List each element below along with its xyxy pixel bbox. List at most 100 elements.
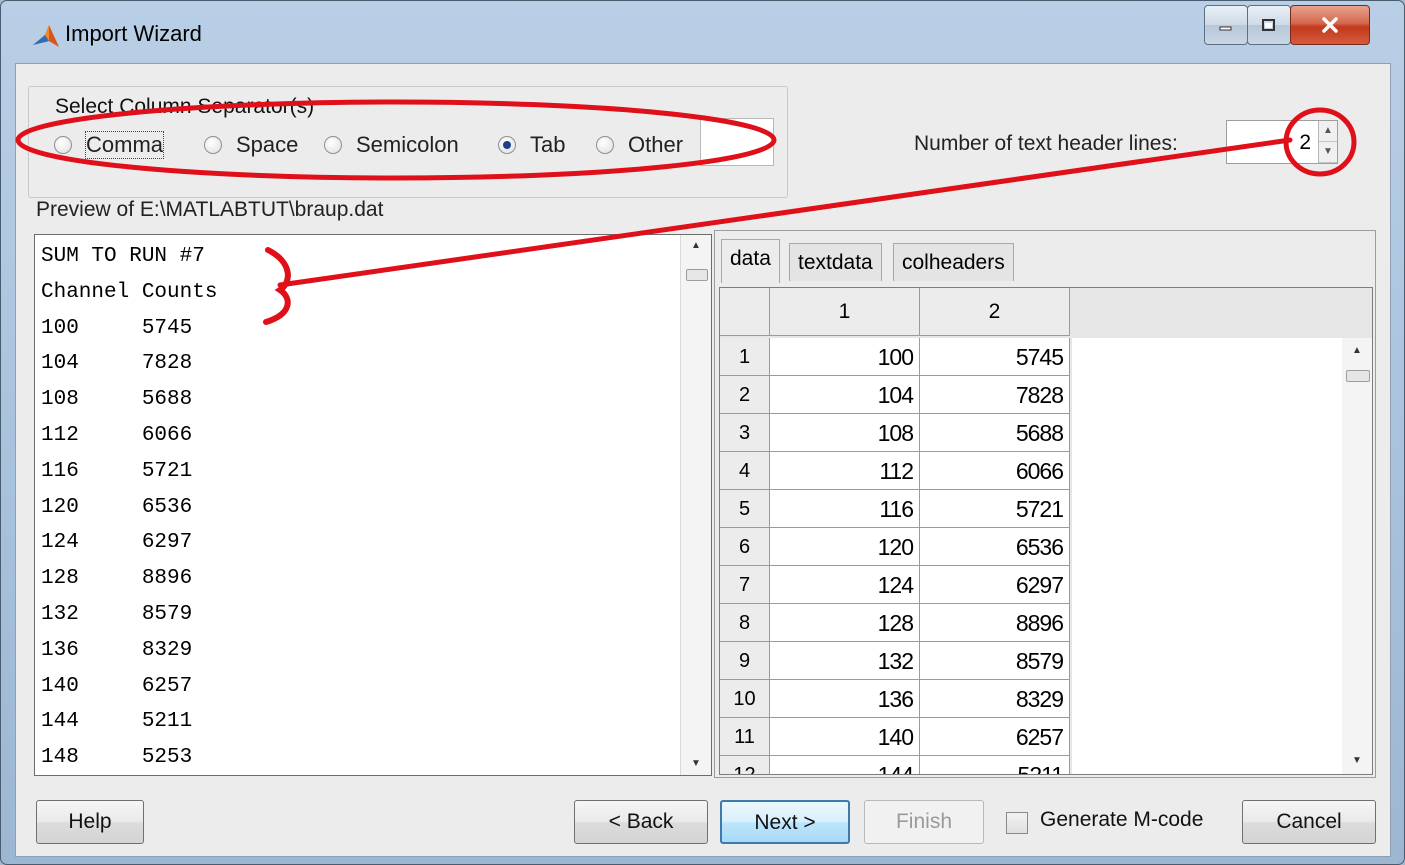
radio-space[interactable]: Space bbox=[204, 132, 298, 158]
grid-cell[interactable]: 8896 bbox=[920, 604, 1070, 642]
radio-circle[interactable] bbox=[324, 136, 342, 154]
preview-line: 132 8579 bbox=[41, 602, 193, 626]
data-grid[interactable]: 1 2 1 100 5745 2 104 7828 3 108 5688 4 1… bbox=[719, 287, 1373, 775]
grid-cell[interactable]: 6066 bbox=[920, 452, 1070, 490]
preview-line: 136 8329 bbox=[41, 638, 193, 662]
header-lines-spinner[interactable]: 2 ▲ ▼ bbox=[1226, 120, 1338, 164]
grid-cell[interactable]: 104 bbox=[770, 376, 920, 414]
radio-label: Semicolon bbox=[356, 132, 459, 157]
preview-line: 144 5211 bbox=[41, 710, 193, 734]
maximize-button[interactable] bbox=[1247, 5, 1291, 45]
row-header[interactable]: 12 bbox=[720, 756, 770, 774]
import-wizard-window: Import Wizard Select Column Separator(s)… bbox=[0, 0, 1405, 865]
maximize-icon bbox=[1262, 19, 1275, 31]
close-icon bbox=[1322, 17, 1338, 33]
close-button[interactable] bbox=[1290, 5, 1370, 45]
radio-label: Tab bbox=[530, 132, 566, 157]
row-header[interactable]: 2 bbox=[720, 376, 770, 414]
grid-cell[interactable]: 6257 bbox=[920, 718, 1070, 756]
scroll-thumb[interactable] bbox=[686, 269, 708, 281]
matlab-logo-icon bbox=[33, 25, 59, 47]
generate-mcode-checkbox[interactable] bbox=[1006, 812, 1028, 834]
grid-cell[interactable]: 136 bbox=[770, 680, 920, 718]
preview-line: 128 8896 bbox=[41, 567, 193, 591]
preview-line: 100 5745 bbox=[41, 316, 193, 340]
row-header[interactable]: 1 bbox=[720, 338, 770, 376]
grid-cell[interactable]: 8579 bbox=[920, 642, 1070, 680]
back-button[interactable]: < Back bbox=[574, 800, 708, 844]
title-bar[interactable]: Import Wizard bbox=[1, 1, 1404, 63]
wizard-body: Select Column Separator(s) Comma Space S… bbox=[15, 63, 1391, 857]
preview-line: Channel Counts bbox=[41, 280, 218, 304]
column-header[interactable]: 2 bbox=[920, 288, 1070, 336]
scroll-thumb[interactable] bbox=[1346, 370, 1370, 382]
scroll-down-icon[interactable]: ▼ bbox=[681, 753, 711, 775]
next-button[interactable]: Next > bbox=[720, 800, 850, 844]
cancel-button[interactable]: Cancel bbox=[1242, 800, 1376, 844]
spinner-buttons[interactable]: ▲ ▼ bbox=[1318, 121, 1337, 163]
grid-cell[interactable]: 5745 bbox=[920, 338, 1070, 376]
radio-tab[interactable]: Tab bbox=[498, 132, 565, 158]
grid-cell[interactable]: 116 bbox=[770, 490, 920, 528]
radio-circle[interactable] bbox=[54, 136, 72, 154]
grid-scrollbar[interactable]: ▲ ▼ bbox=[1342, 338, 1372, 774]
row-header[interactable]: 3 bbox=[720, 414, 770, 452]
radio-circle[interactable] bbox=[498, 136, 516, 154]
row-header[interactable]: 6 bbox=[720, 528, 770, 566]
tab-colheaders[interactable]: colheaders bbox=[893, 243, 1014, 281]
tab-textdata[interactable]: textdata bbox=[789, 243, 882, 281]
grid-cell[interactable]: 8329 bbox=[920, 680, 1070, 718]
radio-other[interactable]: Other bbox=[596, 132, 683, 158]
grid-cell[interactable]: 5721 bbox=[920, 490, 1070, 528]
preview-text: SUM TO RUN #7 Channel Counts 100 5745 10… bbox=[41, 245, 218, 775]
preview-line: SUM TO RUN #7 bbox=[41, 245, 205, 268]
row-header[interactable]: 7 bbox=[720, 566, 770, 604]
minimize-button[interactable] bbox=[1204, 5, 1248, 45]
spin-down-icon[interactable]: ▼ bbox=[1319, 142, 1337, 163]
grid-cell[interactable]: 120 bbox=[770, 528, 920, 566]
header-lines-value[interactable]: 2 bbox=[1299, 131, 1311, 155]
finish-button[interactable]: Finish bbox=[864, 800, 984, 844]
radio-circle[interactable] bbox=[204, 136, 222, 154]
row-header[interactable]: 8 bbox=[720, 604, 770, 642]
row-header[interactable]: 5 bbox=[720, 490, 770, 528]
preview-line: 120 6536 bbox=[41, 495, 193, 519]
grid-cell[interactable]: 112 bbox=[770, 452, 920, 490]
preview-scrollbar[interactable]: ▲ ▼ bbox=[680, 235, 711, 775]
grid-cell[interactable]: 100 bbox=[770, 338, 920, 376]
grid-cell[interactable]: 6536 bbox=[920, 528, 1070, 566]
radio-circle[interactable] bbox=[596, 136, 614, 154]
grid-cell[interactable]: 6297 bbox=[920, 566, 1070, 604]
window-title: Import Wizard bbox=[65, 21, 202, 46]
column-header[interactable]: 1 bbox=[770, 288, 920, 336]
grid-cell[interactable]: 144 bbox=[770, 756, 920, 774]
radio-comma[interactable]: Comma bbox=[54, 131, 165, 159]
scroll-up-icon[interactable]: ▲ bbox=[1342, 340, 1372, 362]
grid-cell[interactable]: 7828 bbox=[920, 376, 1070, 414]
row-header[interactable]: 11 bbox=[720, 718, 770, 756]
preview-line: 112 6066 bbox=[41, 423, 193, 447]
preview-line: 140 6257 bbox=[41, 674, 193, 698]
row-header[interactable]: 4 bbox=[720, 452, 770, 490]
grid-cell[interactable]: 140 bbox=[770, 718, 920, 756]
grid-cell[interactable]: 128 bbox=[770, 604, 920, 642]
tab-data[interactable]: data bbox=[721, 239, 780, 283]
other-separator-input[interactable] bbox=[700, 118, 774, 166]
grid-cell[interactable]: 5688 bbox=[920, 414, 1070, 452]
scroll-down-icon[interactable]: ▼ bbox=[1342, 750, 1372, 772]
grid-cell[interactable]: 108 bbox=[770, 414, 920, 452]
grid-cell[interactable]: 124 bbox=[770, 566, 920, 604]
generate-mcode-label[interactable]: Generate M-code bbox=[1040, 808, 1203, 832]
row-header[interactable]: 10 bbox=[720, 680, 770, 718]
grid-cell[interactable]: 132 bbox=[770, 642, 920, 680]
grid-cell[interactable]: 5211 bbox=[920, 756, 1070, 774]
radio-semicolon[interactable]: Semicolon bbox=[324, 132, 459, 158]
radio-label: Space bbox=[236, 132, 299, 157]
preview-line: 124 6297 bbox=[41, 531, 193, 555]
file-preview-pane[interactable]: SUM TO RUN #7 Channel Counts 100 5745 10… bbox=[34, 234, 712, 776]
row-header[interactable]: 9 bbox=[720, 642, 770, 680]
spin-up-icon[interactable]: ▲ bbox=[1319, 121, 1337, 142]
scroll-up-icon[interactable]: ▲ bbox=[681, 235, 711, 257]
grid-corner bbox=[720, 288, 770, 336]
help-button[interactable]: Help bbox=[36, 800, 144, 844]
